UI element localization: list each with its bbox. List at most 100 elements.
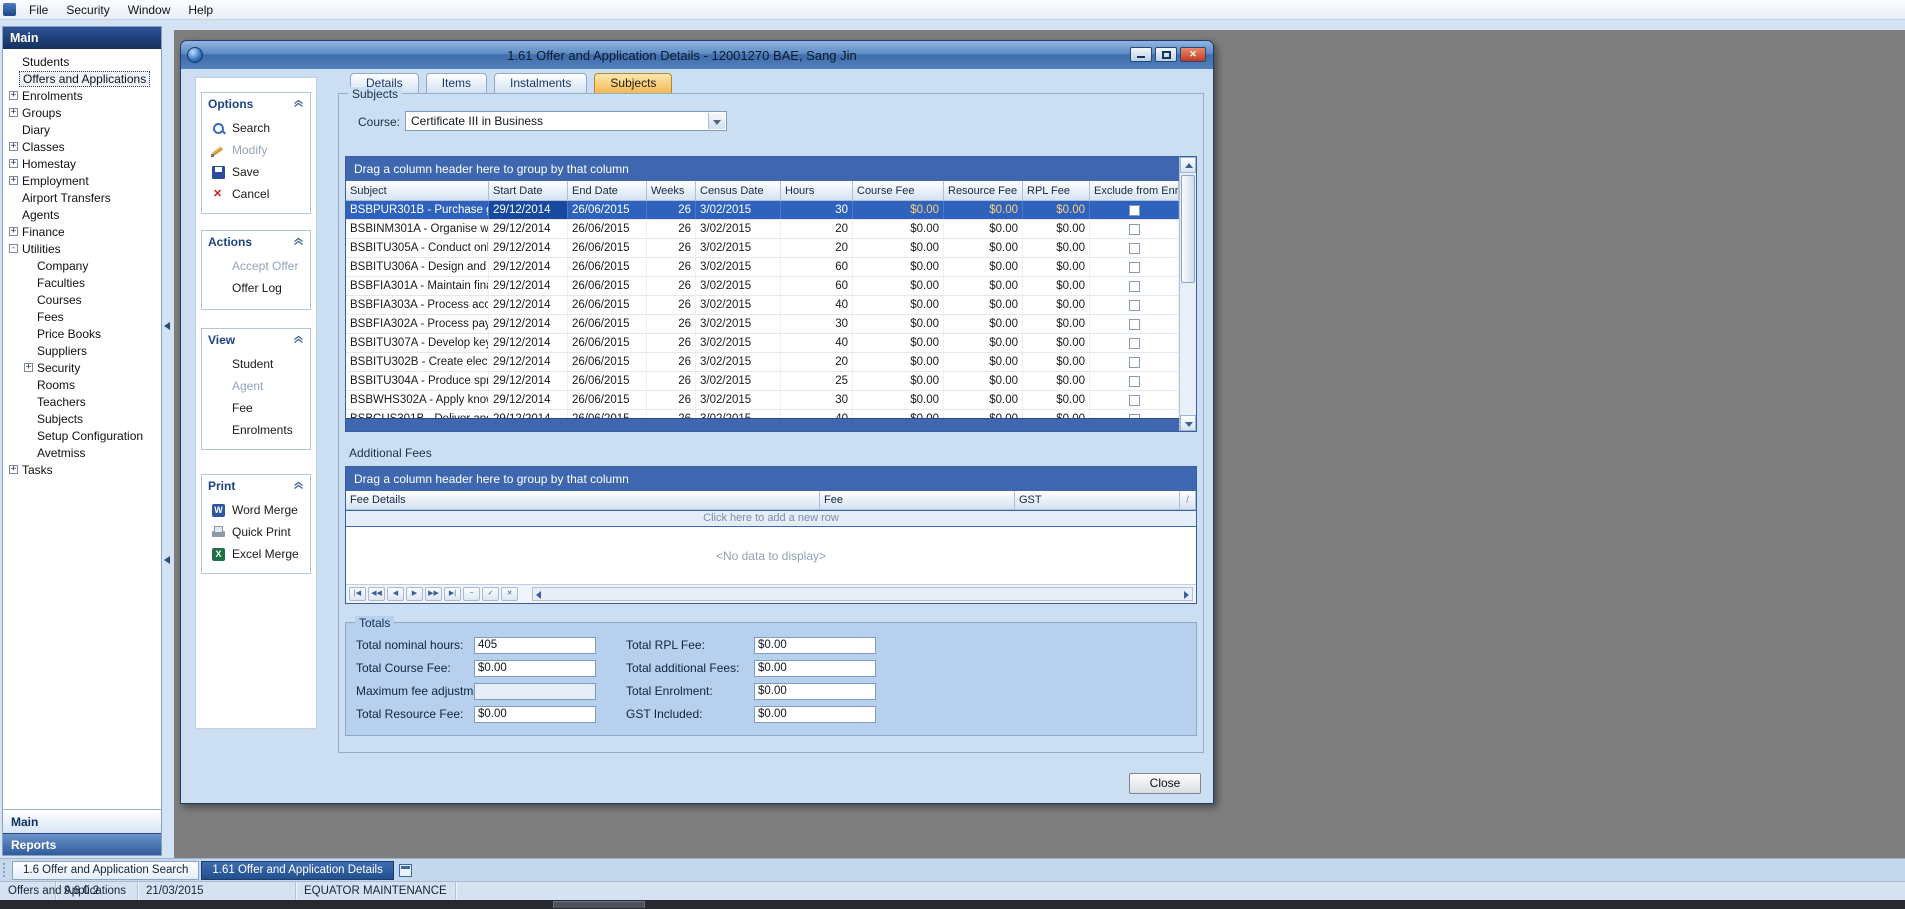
panel-action-item[interactable]: Excel Merge xyxy=(202,543,310,565)
tree-expand-icon[interactable] xyxy=(9,193,18,202)
tree-expand-icon[interactable]: + xyxy=(9,91,18,100)
splitter-collapse-icon[interactable] xyxy=(164,556,170,564)
sidebar-item[interactable]: Subjects xyxy=(3,410,161,427)
tree-expand-icon[interactable]: - xyxy=(9,244,18,253)
grid-navigator-button[interactable]: ▶ xyxy=(406,587,423,601)
sidebar-tab-main[interactable]: Main xyxy=(3,809,161,833)
column-header[interactable]: Exclude from Enr xyxy=(1090,181,1179,201)
sidebar-item[interactable]: Faculties xyxy=(3,274,161,291)
table-row[interactable]: BSBWHS302A - Apply knowled 29/12/2014 26… xyxy=(346,391,1179,410)
menu-item[interactable]: Window xyxy=(119,1,180,19)
tree-expand-icon[interactable]: + xyxy=(9,142,18,151)
horizontal-scrollbar[interactable] xyxy=(532,587,1193,601)
os-taskbar-button[interactable] xyxy=(553,901,645,908)
panel-action-item[interactable]: Offer Log xyxy=(202,277,310,299)
column-header[interactable]: Subject xyxy=(346,181,489,201)
menu-item[interactable]: Security xyxy=(57,1,118,19)
panel-action-item[interactable]: Save xyxy=(202,161,310,183)
panel-action-item[interactable]: Word Merge xyxy=(202,499,310,521)
sidebar-item[interactable]: Suppliers xyxy=(3,342,161,359)
table-row[interactable]: BSBITU306A - Design and prod 29/12/2014 … xyxy=(346,258,1179,277)
exclude-checkbox[interactable] xyxy=(1129,357,1140,368)
totals-field[interactable]: $0.00 xyxy=(754,637,876,654)
collapse-chevron-icon[interactable] xyxy=(293,99,304,108)
panel-action-item[interactable]: Quick Print xyxy=(202,521,310,543)
panel-action-item[interactable]: Cancel xyxy=(202,183,310,205)
table-row[interactable]: BSBPUR301B - Purchase goods 29/12/2014 2… xyxy=(346,201,1179,220)
exclude-checkbox[interactable] xyxy=(1129,376,1140,387)
table-row[interactable]: BSBITU304A - Produce spread 29/12/2014 2… xyxy=(346,372,1179,391)
collapse-chevron-icon[interactable] xyxy=(293,237,304,246)
column-header[interactable]: Hours xyxy=(781,181,853,201)
close-window-button[interactable]: ✕ xyxy=(1180,47,1206,62)
window-tab[interactable]: 1.6 Offer and Application Search xyxy=(12,861,199,880)
exclude-checkbox[interactable] xyxy=(1129,338,1140,349)
tree-expand-icon[interactable] xyxy=(24,346,33,355)
tree-expand-icon[interactable] xyxy=(24,414,33,423)
sidebar-item[interactable]: Fees xyxy=(3,308,161,325)
grid-horizontal-scrollbar[interactable] xyxy=(346,418,1179,431)
tree-expand-icon[interactable] xyxy=(24,329,33,338)
tree-expand-icon[interactable] xyxy=(24,380,33,389)
sidebar-item[interactable]: + Classes xyxy=(3,138,161,155)
panel-action-item[interactable]: Search xyxy=(202,117,310,139)
panel-action-item[interactable]: Fee xyxy=(202,397,310,419)
maximize-button[interactable] xyxy=(1155,47,1177,62)
sidebar-tab-reports[interactable]: Reports xyxy=(3,833,161,855)
exclude-checkbox[interactable] xyxy=(1129,319,1140,330)
sidebar-item[interactable]: Agents xyxy=(3,206,161,223)
tree-expand-icon[interactable] xyxy=(24,431,33,440)
tree-expand-icon[interactable] xyxy=(9,210,18,219)
panel-action-item[interactable]: Enrolments xyxy=(202,419,310,441)
tree-expand-icon[interactable]: + xyxy=(9,465,18,474)
panel-action-item[interactable]: Student xyxy=(202,353,310,375)
sidebar-item[interactable]: Avetmiss xyxy=(3,444,161,461)
sidebar-item[interactable]: Students xyxy=(3,53,161,70)
grid-navigator-button[interactable]: ▶▶ xyxy=(425,587,442,601)
course-dropdown[interactable]: Certificate III in Business xyxy=(405,111,727,131)
tree-expand-icon[interactable]: + xyxy=(9,159,18,168)
scroll-up-button[interactable] xyxy=(1180,157,1196,173)
exclude-checkbox[interactable] xyxy=(1129,243,1140,254)
exclude-checkbox[interactable] xyxy=(1129,395,1140,406)
menu-item[interactable]: Help xyxy=(179,1,222,19)
sidebar-item[interactable]: Offers and Applications xyxy=(3,70,161,87)
tree-expand-icon[interactable]: + xyxy=(9,227,18,236)
totals-field[interactable]: $0.00 xyxy=(754,706,876,723)
dropdown-button[interactable] xyxy=(708,113,725,129)
close-button[interactable]: Close xyxy=(1129,773,1201,794)
sidebar-item[interactable]: + Groups xyxy=(3,104,161,121)
column-header[interactable]: Weeks xyxy=(647,181,696,201)
sidebar-item[interactable]: Teachers xyxy=(3,393,161,410)
exclude-checkbox[interactable] xyxy=(1129,224,1140,235)
totals-field[interactable]: $0.00 xyxy=(754,683,876,700)
scroll-left-icon[interactable] xyxy=(536,591,541,599)
grid-navigator-button[interactable]: ◀◀ xyxy=(368,587,385,601)
sidebar-item[interactable]: Setup Configuration xyxy=(3,427,161,444)
table-row[interactable]: BSBINM301A - Organise workp 29/12/2014 2… xyxy=(346,220,1179,239)
tree-expand-icon[interactable] xyxy=(24,295,33,304)
table-row[interactable]: BSBITU305A - Conduct online 29/12/2014 2… xyxy=(346,239,1179,258)
window-tab[interactable]: 1.61 Offer and Application Details xyxy=(201,861,393,880)
column-header[interactable]: RPL Fee xyxy=(1023,181,1090,201)
grid-navigator-button[interactable]: ◀ xyxy=(387,587,404,601)
column-customize-icon[interactable]: / xyxy=(1180,491,1196,510)
panel-action-item[interactable]: Agent xyxy=(202,375,310,397)
table-row[interactable]: BSBITU307A - Develop keyboa 29/12/2014 2… xyxy=(346,334,1179,353)
collapse-chevron-icon[interactable] xyxy=(293,481,304,490)
sidebar-item[interactable]: + Tasks xyxy=(3,461,161,478)
grid-navigator-button[interactable]: ✓ xyxy=(482,587,499,601)
table-row[interactable]: BSBITU302B - Create electron 29/12/2014 … xyxy=(346,353,1179,372)
tree-expand-icon[interactable]: + xyxy=(9,108,18,117)
exclude-checkbox[interactable] xyxy=(1129,262,1140,273)
column-header[interactable]: Census Date xyxy=(696,181,781,201)
table-row[interactable]: BSBFIA301A - Maintain financi 29/12/2014… xyxy=(346,277,1179,296)
tree-expand-icon[interactable] xyxy=(24,397,33,406)
tree-expand-icon[interactable] xyxy=(24,312,33,321)
tab[interactable]: Items xyxy=(426,73,487,93)
table-row[interactable]: BSBFIA303A - Process accoun 29/12/2014 2… xyxy=(346,296,1179,315)
document-icon[interactable] xyxy=(399,864,412,877)
tree-expand-icon[interactable] xyxy=(9,74,18,83)
tree-expand-icon[interactable] xyxy=(9,125,18,134)
column-header[interactable]: GST xyxy=(1015,491,1180,510)
